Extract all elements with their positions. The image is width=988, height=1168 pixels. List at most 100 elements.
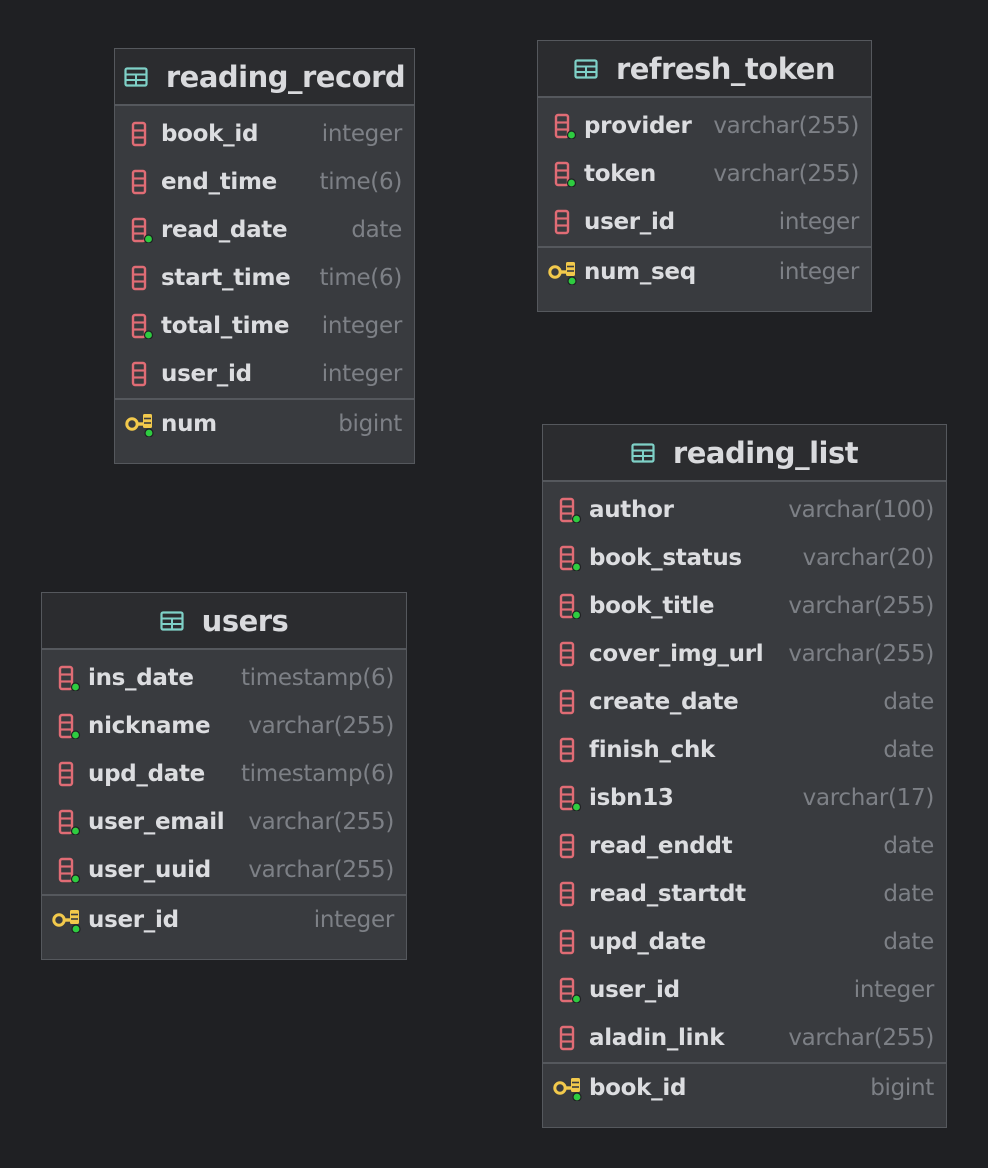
column-type: timestamp(6) xyxy=(240,665,394,691)
column-icon xyxy=(557,737,583,763)
table-refresh-token[interactable]: refresh_token provider varchar(255) token v… xyxy=(537,40,872,312)
column-type: date xyxy=(883,833,934,859)
column-type: time(6) xyxy=(319,169,403,195)
column-row[interactable]: cover_img_url varchar(255) xyxy=(543,630,946,678)
column-name: read_enddt xyxy=(589,833,733,859)
column-type: bigint xyxy=(338,411,402,437)
indexed-column-icon xyxy=(56,713,82,740)
column-row[interactable]: end_time time(6) xyxy=(115,158,414,206)
column-type: bigint xyxy=(870,1075,934,1101)
column-row[interactable]: book_status varchar(20) xyxy=(543,534,946,582)
table-users[interactable]: users ins_date timestamp(6) nickname varcha… xyxy=(41,592,407,960)
primary-key-row[interactable]: user_id integer xyxy=(42,894,406,944)
column-icon xyxy=(56,761,82,787)
table-header[interactable]: users xyxy=(42,593,406,650)
column-row[interactable]: read_enddt date xyxy=(543,822,946,870)
column-type: date xyxy=(883,689,934,715)
column-row[interactable]: ins_date timestamp(6) xyxy=(42,654,406,702)
column-type: varchar(255) xyxy=(713,113,859,139)
table-name: refresh_token xyxy=(615,51,836,86)
column-name: book_title xyxy=(589,593,715,619)
primary-key-icon xyxy=(548,259,578,286)
column-row[interactable]: total_time integer xyxy=(115,302,414,350)
column-type: varchar(255) xyxy=(248,809,394,835)
column-name: author xyxy=(589,497,674,523)
table-header[interactable]: reading_list xyxy=(543,425,946,482)
column-type: date xyxy=(351,217,402,243)
column-name: aladin_link xyxy=(589,1025,725,1051)
primary-key-icon xyxy=(52,907,82,934)
table-icon xyxy=(574,58,598,79)
column-row[interactable]: book_title varchar(255) xyxy=(543,582,946,630)
column-row[interactable]: aladin_link varchar(255) xyxy=(543,1014,946,1062)
column-name: end_time xyxy=(161,169,277,195)
column-row[interactable]: start_time time(6) xyxy=(115,254,414,302)
column-name: book_status xyxy=(589,545,742,571)
column-name: read_date xyxy=(161,217,288,243)
column-name: num_seq xyxy=(584,259,696,285)
column-type: timestamp(6) xyxy=(240,761,394,787)
table-header[interactable]: reading_record xyxy=(115,49,414,106)
column-row[interactable]: user_id integer xyxy=(115,350,414,398)
indexed-column-icon xyxy=(557,593,583,620)
column-type: varchar(255) xyxy=(713,161,859,187)
column-name: upd_date xyxy=(589,929,706,955)
column-type: date xyxy=(883,881,934,907)
column-row[interactable]: token varchar(255) xyxy=(538,150,871,198)
column-row[interactable]: read_startdt date xyxy=(543,870,946,918)
column-type: integer xyxy=(321,313,403,339)
table-reading-record[interactable]: reading_record book_id integer end_time tim… xyxy=(114,48,415,464)
indexed-column-icon xyxy=(56,809,82,836)
column-row[interactable]: user_email varchar(255) xyxy=(42,798,406,846)
column-type: integer xyxy=(778,259,860,285)
column-row[interactable]: isbn13 varchar(17) xyxy=(543,774,946,822)
table-icon xyxy=(631,442,655,463)
column-type: varchar(17) xyxy=(802,785,935,811)
column-name: user_id xyxy=(88,907,179,933)
indexed-column-icon xyxy=(557,545,583,572)
column-type: varchar(255) xyxy=(788,593,934,619)
column-row[interactable]: create_date date xyxy=(543,678,946,726)
column-name: ins_date xyxy=(88,665,194,691)
column-type: date xyxy=(883,737,934,763)
column-name: isbn13 xyxy=(589,785,674,811)
column-type: date xyxy=(883,929,934,955)
column-row[interactable]: upd_date timestamp(6) xyxy=(42,750,406,798)
column-row[interactable]: nickname varchar(255) xyxy=(42,702,406,750)
column-row[interactable]: author varchar(100) xyxy=(543,486,946,534)
column-type: integer xyxy=(853,977,935,1003)
primary-key-row[interactable]: num_seq integer xyxy=(538,246,871,296)
column-row[interactable]: user_id integer xyxy=(538,198,871,246)
indexed-column-icon xyxy=(129,313,155,340)
column-row[interactable]: read_date date xyxy=(115,206,414,254)
column-name: create_date xyxy=(589,689,739,715)
column-row[interactable]: user_id integer xyxy=(543,966,946,1014)
column-icon xyxy=(557,929,583,955)
table-reading-list[interactable]: reading_list author varchar(100) book_stat… xyxy=(542,424,947,1128)
primary-key-row[interactable]: book_id bigint xyxy=(543,1062,946,1112)
column-name: user_id xyxy=(589,977,680,1003)
column-name: read_startdt xyxy=(589,881,746,907)
column-icon xyxy=(129,169,155,195)
column-list: provider varchar(255) token varchar(255) use… xyxy=(538,98,871,296)
column-name: book_id xyxy=(161,121,259,147)
column-name: user_id xyxy=(584,209,675,235)
column-row[interactable]: finish_chk date xyxy=(543,726,946,774)
column-icon xyxy=(557,1025,583,1051)
column-name: token xyxy=(584,161,656,187)
column-type: integer xyxy=(313,907,395,933)
indexed-column-icon xyxy=(557,977,583,1004)
table-name: reading_list xyxy=(672,435,859,470)
column-type: integer xyxy=(778,209,860,235)
column-row[interactable]: upd_date date xyxy=(543,918,946,966)
column-name: book_id xyxy=(589,1075,687,1101)
column-name: start_time xyxy=(161,265,291,291)
indexed-column-icon xyxy=(557,497,583,524)
column-row[interactable]: book_id integer xyxy=(115,110,414,158)
primary-key-row[interactable]: num bigint xyxy=(115,398,414,448)
column-row[interactable]: user_uuid varchar(255) xyxy=(42,846,406,894)
table-header[interactable]: refresh_token xyxy=(538,41,871,98)
column-row[interactable]: provider varchar(255) xyxy=(538,102,871,150)
column-name: total_time xyxy=(161,313,290,339)
column-type: varchar(20) xyxy=(802,545,935,571)
